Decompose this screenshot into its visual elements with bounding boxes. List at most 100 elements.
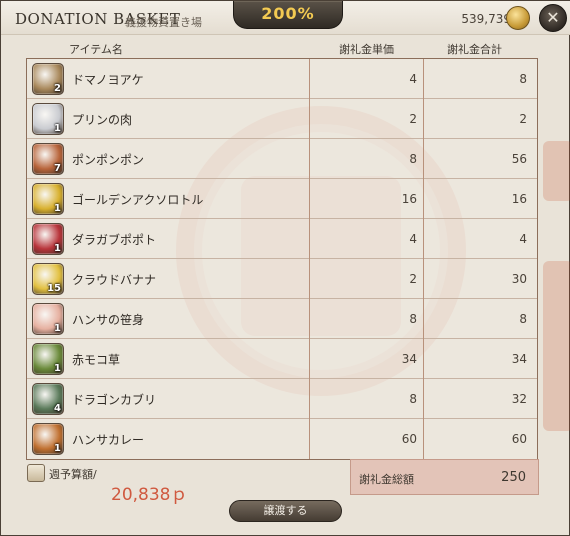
column-divider — [309, 339, 310, 379]
golden-axolotl-icon[interactable]: 1 — [32, 183, 64, 215]
column-divider — [423, 419, 424, 459]
edge-stamp-lower — [543, 261, 570, 431]
title-bar: DONATION BASKET 義援物資置き場 200% 539,739 ✕ — [1, 1, 570, 35]
column-divider — [309, 179, 310, 219]
budget-scroll-icon — [27, 464, 45, 482]
item-name: ドマノヨアケ — [72, 73, 144, 87]
item-total-price: 60 — [511, 432, 527, 446]
item-name: ハンサの笹身 — [72, 313, 145, 327]
close-button[interactable]: ✕ — [539, 4, 567, 32]
item-quantity: 7 — [54, 163, 61, 174]
item-unit-price: 2 — [409, 272, 417, 286]
item-name: ドラゴンカブリ — [72, 393, 157, 407]
item-name: ダラガブポポト — [72, 233, 157, 247]
column-divider — [309, 419, 310, 459]
column-divider — [423, 139, 424, 179]
item-row[interactable]: 1 ダラガブポポト 4 4 — [27, 219, 537, 259]
item-total-price: 32 — [511, 392, 527, 406]
item-quantity: 1 — [54, 363, 61, 374]
submit-donation-button[interactable]: 譲渡する — [229, 500, 342, 522]
item-total-price: 34 — [511, 352, 527, 366]
item-total-price: 4 — [519, 232, 527, 246]
item-name: 赤モコ草 — [72, 353, 121, 367]
item-quantity: 1 — [54, 243, 61, 254]
item-unit-price: 8 — [409, 392, 417, 406]
column-divider — [309, 219, 310, 259]
gil-coin-icon — [506, 6, 530, 30]
item-row[interactable]: 1 ハンサカレー 60 60 — [27, 419, 537, 459]
item-row[interactable]: 15 クラウドバナナ 2 30 — [27, 259, 537, 299]
weekly-budget-value: 20,838ｐ — [111, 485, 188, 505]
item-unit-price: 8 — [409, 152, 417, 166]
column-divider — [423, 59, 424, 99]
column-divider — [309, 139, 310, 179]
item-quantity: 1 — [54, 203, 61, 214]
item-quantity: 2 — [54, 83, 61, 94]
item-unit-price: 34 — [401, 352, 417, 366]
column-divider — [309, 379, 310, 419]
item-row[interactable]: 1 プリンの肉 2 2 — [27, 99, 537, 139]
item-unit-price: 60 — [401, 432, 417, 446]
item-row[interactable]: 7 ポンポンポン 8 56 — [27, 139, 537, 179]
item-quantity: 4 — [54, 403, 61, 414]
pudding-meat-icon[interactable]: 1 — [32, 103, 64, 135]
column-header-total: 謝礼金合計 — [447, 43, 502, 56]
item-unit-price: 8 — [409, 312, 417, 326]
item-quantity: 1 — [54, 323, 61, 334]
column-divider — [309, 59, 310, 99]
column-header-item: アイテム名 — [69, 43, 123, 56]
item-total-price: 8 — [519, 312, 527, 326]
item-unit-price: 4 — [409, 232, 417, 246]
grain-sack-icon[interactable]: 2 — [32, 63, 64, 95]
column-divider — [423, 259, 424, 299]
grand-total-box: 謝礼金総額 250 — [350, 459, 539, 495]
close-icon: ✕ — [546, 8, 560, 27]
item-row[interactable]: 2 ドマノヨアケ 4 8 — [27, 59, 537, 99]
item-name: ゴールデンアクソロトル — [72, 193, 204, 207]
column-divider — [309, 299, 310, 339]
item-total-price: 30 — [511, 272, 527, 286]
column-divider — [423, 179, 424, 219]
item-row[interactable]: 4 ドラゴンカブリ 8 32 — [27, 379, 537, 419]
banana-icon[interactable]: 15 — [32, 263, 64, 295]
column-divider — [309, 99, 310, 139]
donation-item-table: 2 ドマノヨアケ 4 8 1 プリンの肉 2 2 7 ポンポンポン 8 56 1 ゴールデンアクソロトル 1… — [26, 58, 538, 460]
item-total-price: 2 — [519, 112, 527, 126]
curry-dish-icon[interactable]: 1 — [32, 423, 64, 455]
bonus-rate-badge: 200% — [233, 1, 343, 29]
weekly-budget-label: 週予算額/ — [49, 468, 97, 481]
item-quantity: 1 — [54, 443, 61, 454]
orange-fruit-icon[interactable]: 7 — [32, 143, 64, 175]
item-total-price: 56 — [511, 152, 527, 166]
item-row[interactable]: 1 ハンサの笹身 8 8 — [27, 299, 537, 339]
item-quantity: 1 — [54, 123, 61, 134]
item-total-price: 16 — [511, 192, 527, 206]
item-row[interactable]: 1 赤モコ草 34 34 — [27, 339, 537, 379]
item-name: ポンポンポン — [72, 153, 145, 167]
grand-total-label: 謝礼金総額 — [359, 473, 414, 486]
item-unit-price: 16 — [401, 192, 417, 206]
item-total-price: 8 — [519, 72, 527, 86]
window-subtitle: 義援物資置き場 — [125, 16, 202, 29]
item-name: クラウドバナナ — [72, 273, 157, 287]
meat-icon[interactable]: 1 — [32, 303, 64, 335]
column-divider — [309, 259, 310, 299]
red-fruit-icon[interactable]: 1 — [32, 223, 64, 255]
column-header-unit-price: 謝礼金単価 — [339, 43, 394, 56]
column-divider — [423, 379, 424, 419]
item-name: ハンサカレー — [72, 433, 145, 447]
dragon-turnip-icon[interactable]: 4 — [32, 383, 64, 415]
column-divider — [423, 339, 424, 379]
item-name: プリンの肉 — [72, 113, 133, 127]
herb-icon[interactable]: 1 — [32, 343, 64, 375]
item-unit-price: 4 — [409, 72, 417, 86]
column-divider — [423, 219, 424, 259]
column-divider — [423, 99, 424, 139]
item-unit-price: 2 — [409, 112, 417, 126]
column-divider — [423, 299, 424, 339]
item-row[interactable]: 1 ゴールデンアクソロトル 16 16 — [27, 179, 537, 219]
grand-total-value: 250 — [501, 470, 526, 485]
edge-stamp-upper — [543, 141, 570, 201]
item-quantity: 15 — [47, 283, 61, 294]
donation-basket-window: DONATION BASKET 義援物資置き場 200% 539,739 ✕ ア… — [0, 0, 570, 536]
